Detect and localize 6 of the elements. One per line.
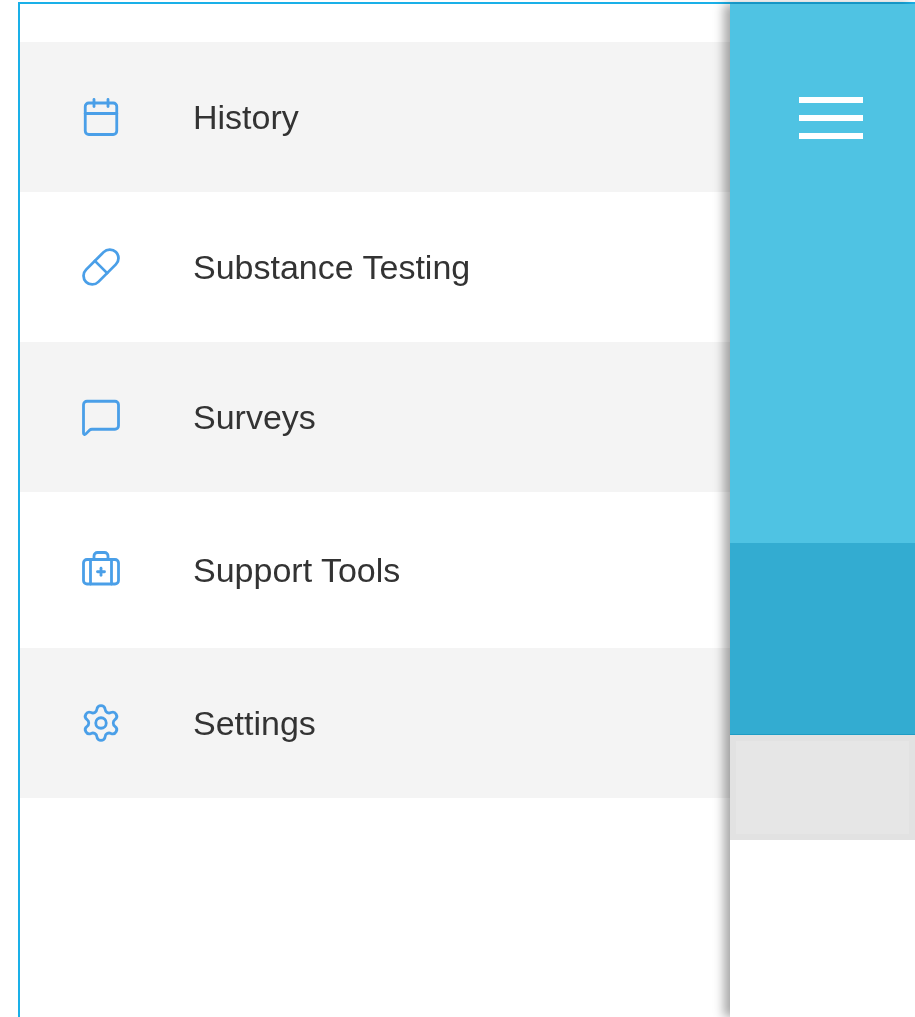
menu-item[interactable]: Settings	[20, 648, 730, 798]
menu-icon	[799, 97, 863, 139]
menu-item[interactable]: History	[20, 42, 730, 192]
menu-item[interactable]: Surveys	[20, 342, 730, 492]
menu-button[interactable]	[799, 97, 863, 139]
pill-icon	[80, 246, 122, 288]
